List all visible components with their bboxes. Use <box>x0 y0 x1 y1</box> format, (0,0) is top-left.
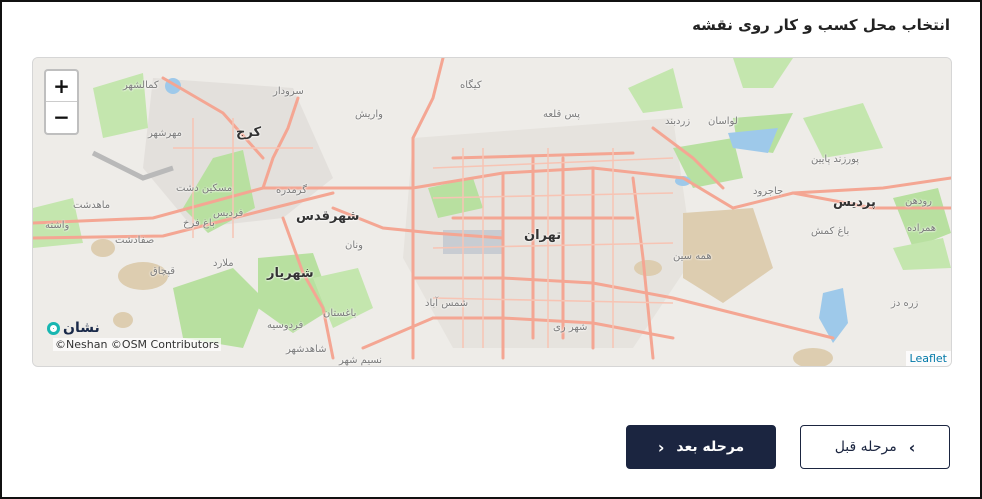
map-label-bagh-kamsh: باغ کمش <box>811 226 850 237</box>
zoom-in-button[interactable]: + <box>46 71 77 101</box>
page-title: انتخاب محل کسب و کار روی نقشه <box>692 16 950 34</box>
map-label-meskin-dasht: مسکین دشت <box>176 183 233 194</box>
next-step-button[interactable]: مرحله بعد ‹ <box>626 425 776 469</box>
map-view[interactable]: + − تهران کرج شهرقدس شهریار پردیس کمالشه… <box>32 57 952 367</box>
map-label-qajaq: قپچاق <box>150 266 176 277</box>
neshan-pin-icon <box>47 321 60 335</box>
leaflet-link[interactable]: Leaflet <box>905 351 951 366</box>
map-label-varish: واریش <box>355 109 383 120</box>
map-label-lavasan: لواسان <box>708 116 738 127</box>
neshan-logo-text: نشان <box>63 320 100 336</box>
map-label-baghestan: باغستان <box>323 308 357 319</box>
map-label-hamerdeh: همراده <box>907 223 937 234</box>
zoom-control: + − <box>44 69 79 135</box>
map-label-malard: ملارد <box>213 258 234 269</box>
map-label-fardis: فردیس <box>213 208 244 219</box>
map-label-shahr-rey: شهر ری <box>553 322 588 333</box>
chevron-left-icon: ‹ <box>657 437 665 457</box>
map-label-pas-qale: پس قلعه <box>543 109 580 120</box>
map-label-bagh-farah: باغ فرخ <box>183 218 215 229</box>
map-label-kamalshahr: کمالشهر <box>123 80 159 91</box>
map-label-safadasht: صفادشت <box>115 235 155 246</box>
map-label-garmdareh: گرمدره <box>276 185 307 196</box>
map-label-shams-abad: شمس آباد <box>425 298 469 309</box>
map-label-jajrood: جاجرود <box>753 186 784 197</box>
map-label-zarah-dar: زره دز <box>891 298 919 309</box>
form-panel: انتخاب محل کسب و کار روی نقشه + − تهران … <box>0 0 982 499</box>
zoom-out-button[interactable]: − <box>46 101 77 132</box>
map-label-pardis: پردیس <box>833 195 876 210</box>
map-attribution: ©Neshan ©OSM Contributors <box>53 338 222 351</box>
prev-step-label: مرحله قبل <box>834 439 897 455</box>
map-label-karaj: کرج <box>236 125 262 140</box>
chevron-right-icon: › <box>908 437 916 457</box>
map-label-nasim-shahr: نسیم شهر <box>339 355 383 366</box>
map-tiles[interactable] <box>33 58 951 366</box>
map-label-mahdasht: ماهدشت <box>73 200 111 211</box>
map-label-shahr-qods: شهرقدس <box>296 209 360 224</box>
map-label-tehran: تهران <box>524 228 562 243</box>
neshan-logo: نشان <box>47 320 100 336</box>
map-label-vashteh: واشته <box>45 220 70 231</box>
map-label-mehrshahr: مهرشهر <box>148 128 182 139</box>
map-label-sardar: سرودار <box>273 86 304 97</box>
map-label-porzhd-paein: پورزند پایین <box>811 154 860 165</box>
map-label-shahriar: شهریار <box>267 266 314 281</box>
map-label-vanan: ونان <box>345 240 364 251</box>
map-label-hameh-sin: همه سین <box>673 251 712 262</box>
map-label-zardband: زردبند <box>665 116 691 127</box>
next-step-label: مرحله بعد <box>676 439 745 455</box>
map-label-ferdowsieh: فردوسیه <box>267 320 304 331</box>
map-label-roudehen: رودهن <box>905 196 932 207</box>
map-label-kigah: کیگاه <box>460 80 482 91</box>
prev-step-button[interactable]: › مرحله قبل <box>800 425 950 469</box>
map-label-shahedshahr: شاهدشهر <box>286 344 327 355</box>
